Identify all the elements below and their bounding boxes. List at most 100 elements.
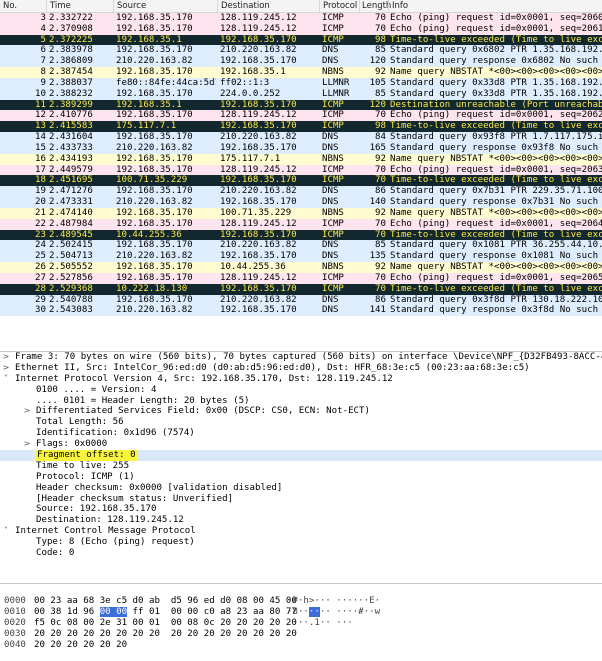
packet-row[interactable]: 30 2.543083 210.220.163.82 192.168.35.170 DN… (0, 305, 602, 317)
packet-row[interactable]: 4 2.370908 192.168.35.170 128.119.245.12 ICM… (0, 23, 602, 35)
detail-field[interactable]: Type: 8 (Echo (ping) request) (0, 537, 602, 548)
detail-field[interactable]: Header checksum: 0x0000 [validation disa… (0, 483, 602, 494)
packet-row[interactable]: 3 2.332722 192.168.35.170 128.119.245.12 ICM… (0, 13, 602, 24)
packet-row[interactable]: 21 2.474140 192.168.35.170 100.71.35.229 NBN… (0, 207, 602, 219)
packet-time: 2.502415 (49, 240, 93, 251)
packet-row[interactable]: 11 2.389299 192.168.35.1 192.168.35.170 ICMP… (0, 99, 602, 111)
column-header-length[interactable]: Length (362, 1, 391, 11)
packet-length: 135 (369, 251, 386, 262)
collapsed-arrow-icon[interactable]: > (23, 439, 31, 450)
detail-field[interactable]: Destination: 128.119.245.12 (0, 515, 602, 526)
hex-bytes[interactable]: 20 20 20 20 20 20 (34, 640, 127, 651)
ascii-bytes[interactable]: ·8······ ····#··w (287, 606, 380, 618)
packet-list-header: No. Time Source Destination Protocol Len… (0, 0, 602, 13)
ascii-bytes[interactable]: ·#·h>··· ······E· (287, 596, 380, 607)
detail-text: 0100 .... = Version: 4 (36, 384, 157, 395)
packet-protocol: NBNS (322, 153, 344, 164)
detail-field[interactable]: 0100 .... = Version: 4 (0, 385, 602, 396)
packet-row[interactable]: 26 2.505552 192.168.35.170 10.44.255.36 NBNS… (0, 262, 602, 273)
packet-number: 14 (35, 132, 46, 143)
packet-list-pane[interactable]: No. Time Source Destination Protocol Len… (0, 0, 602, 342)
packet-row[interactable]: 15 2.433733 210.220.163.82 192.168.35.170 DN… (0, 142, 602, 154)
column-header-no[interactable]: No. (3, 1, 17, 11)
collapsed-arrow-icon[interactable]: > (23, 406, 31, 417)
packet-row[interactable]: 20 2.473331 210.220.163.82 192.168.35.170 DN… (0, 197, 602, 208)
column-divider[interactable] (359, 0, 360, 13)
column-divider[interactable] (388, 0, 389, 13)
packet-row[interactable]: 12 2.410776 192.168.35.170 128.119.245.12 IC… (0, 110, 602, 122)
column-divider[interactable] (319, 0, 320, 13)
packet-protocol: ICMP (322, 13, 344, 23)
detail-section[interactable]: ˅ Internet Control Message Protocol (0, 526, 602, 537)
packet-destination: 192.168.35.170 (220, 197, 297, 208)
packet-row[interactable]: 9 2.388037 fe80::84fe:44ca:5d1… ff02::1:3 LL… (0, 77, 602, 89)
packet-time: 2.487984 (49, 218, 93, 229)
detail-field[interactable]: Source: 192.168.35.170 (0, 504, 602, 515)
detail-section[interactable]: > Ethernet II, Src: IntelCor_96:ed:d0 (d0… (0, 363, 602, 374)
packet-row[interactable]: 7 2.386809 210.220.163.82 192.168.35.170 DNS… (0, 56, 602, 68)
packet-row[interactable]: 6 2.383978 192.168.35.170 210.220.163.82 DNS… (0, 45, 602, 57)
packet-number: 19 (35, 186, 46, 197)
detail-section[interactable]: ˅ Internet Protocol Version 4, Src: 192.1… (0, 374, 602, 385)
column-header-source[interactable]: Source (117, 1, 146, 11)
collapsed-arrow-icon[interactable]: > (2, 352, 10, 363)
detail-field[interactable]: Identification: 0x1d96 (7574) (0, 428, 602, 439)
packet-row[interactable]: 10 2.388232 192.168.35.170 224.0.0.252 LLMNR… (0, 88, 602, 100)
packet-row[interactable]: 13 2.415583 175.117.7.1 192.168.35.170 ICMP 9… (0, 121, 602, 133)
packet-protocol: ICMP (322, 175, 344, 186)
column-divider[interactable] (217, 0, 218, 13)
packet-row[interactable]: 19 2.471276 192.168.35.170 210.220.163.82 DN… (0, 186, 602, 198)
detail-field[interactable]: Total Length: 56 (0, 417, 602, 428)
column-header-info[interactable]: Info (392, 1, 408, 11)
packet-row[interactable]: 14 2.431604 192.168.35.170 210.220.163.82 DN… (0, 132, 602, 143)
detail-text: Header checksum: 0x0000 [validation disa… (36, 482, 283, 493)
collapsed-arrow-icon[interactable]: > (2, 363, 10, 374)
column-divider[interactable] (113, 0, 114, 13)
packet-info: Echo (ping) request id=0x0001, seq=2063/… (390, 164, 602, 175)
column-divider[interactable] (46, 0, 47, 13)
packet-row[interactable]: 8 2.387454 192.168.35.170 192.168.35.1 NBNS 9… (0, 67, 602, 78)
detail-field[interactable]: Fragment offset: 0 (0, 450, 602, 461)
packet-row[interactable]: 24 2.502415 192.168.35.170 210.220.163.82 DN… (0, 240, 602, 252)
packet-row[interactable]: 29 2.540788 192.168.35.170 210.220.163.82 DN… (0, 294, 602, 306)
ascii-bytes[interactable]: ····.1·· ··· (287, 618, 353, 629)
packet-row[interactable]: 17 2.449579 192.168.35.170 128.119.245.12 IC… (0, 164, 602, 176)
hex-bytes[interactable]: 20 20 20 20 20 20 20 20 20 20 20 20 20 2… (34, 629, 297, 640)
packet-info: Time-to-live exceeded (Time to live exce… (390, 175, 602, 186)
hex-dump-line[interactable]: 0040 20 20 20 20 20 20 (0, 640, 602, 651)
hex-dump-line[interactable]: 0000 00 23 aa 68 3e c5 d0 ab d5 96 ed d0 … (0, 596, 602, 607)
packet-row[interactable]: 28 2.529368 10.222.18.130 192.168.35.170 ICM… (0, 283, 602, 295)
detail-field[interactable]: > Differentiated Services Field: 0x00 (DS… (0, 406, 602, 417)
packet-row[interactable]: 23 2.489545 10.44.255.36 192.168.35.170 ICMP… (0, 229, 602, 241)
detail-field[interactable]: > Flags: 0x0000 (0, 439, 602, 450)
column-header-protocol[interactable]: Protocol (323, 1, 357, 11)
column-header-destination[interactable]: Destination (221, 1, 270, 11)
packet-row[interactable]: 22 2.487984 192.168.35.170 128.119.245.12 IC… (0, 218, 602, 230)
column-header-time[interactable]: Time (50, 1, 71, 11)
packet-length: 92 (375, 262, 386, 273)
packet-row[interactable]: 25 2.504713 210.220.163.82 192.168.35.170 DN… (0, 251, 602, 263)
ascii-segment: ·8·· (287, 606, 309, 617)
packet-row[interactable]: 18 2.451695 100.71.35.229 192.168.35.170 ICM… (0, 175, 602, 187)
packet-destination: 192.168.35.170 (220, 175, 297, 186)
hex-dump-line[interactable]: 0020 f5 0c 08 00 2e 31 00 01 00 08 0c 20 … (0, 618, 602, 629)
packet-row[interactable]: 5 2.372225 192.168.35.1 192.168.35.170 ICMP 9… (0, 34, 602, 46)
detail-field[interactable]: Time to live: 255 (0, 461, 602, 472)
detail-field[interactable]: .... 0101 = Header Length: 20 bytes (5) (0, 396, 602, 407)
detail-section[interactable]: > Frame 3: 70 bytes on wire (560 bits), 7… (0, 352, 602, 363)
hex-dump-line[interactable]: 0030 20 20 20 20 20 20 20 20 20 20 20 20 … (0, 629, 602, 640)
expanded-arrow-icon[interactable]: ˅ (2, 526, 10, 537)
detail-field[interactable]: Protocol: ICMP (1) (0, 472, 602, 483)
hex-bytes[interactable]: 00 38 1d 96 00 00 ff 01 00 00 c0 a8 23 a… (34, 606, 297, 618)
hex-bytes[interactable]: 00 23 aa 68 3e c5 d0 ab d5 96 ed d0 08 0… (34, 596, 297, 607)
packet-row[interactable]: 16 2.434193 192.168.35.170 175.117.7.1 NBNS 9… (0, 153, 602, 165)
detail-field[interactable]: [Header checksum status: Unverified] (0, 494, 602, 505)
packet-number: 29 (35, 294, 46, 305)
packet-number: 26 (35, 262, 46, 273)
hex-bytes[interactable]: f5 0c 08 00 2e 31 00 01 00 08 0c 20 20 2… (34, 618, 297, 629)
detail-field[interactable]: Code: 0 (0, 548, 602, 559)
hex-dump-line[interactable]: 0010 00 38 1d 96 00 00 ff 01 00 00 c0 a8 … (0, 606, 602, 618)
packet-row[interactable]: 27 2.527856 192.168.35.170 128.119.245.12 IC… (0, 272, 602, 284)
packet-source: 210.220.163.82 (116, 197, 193, 208)
expanded-arrow-icon[interactable]: ˅ (2, 374, 10, 385)
